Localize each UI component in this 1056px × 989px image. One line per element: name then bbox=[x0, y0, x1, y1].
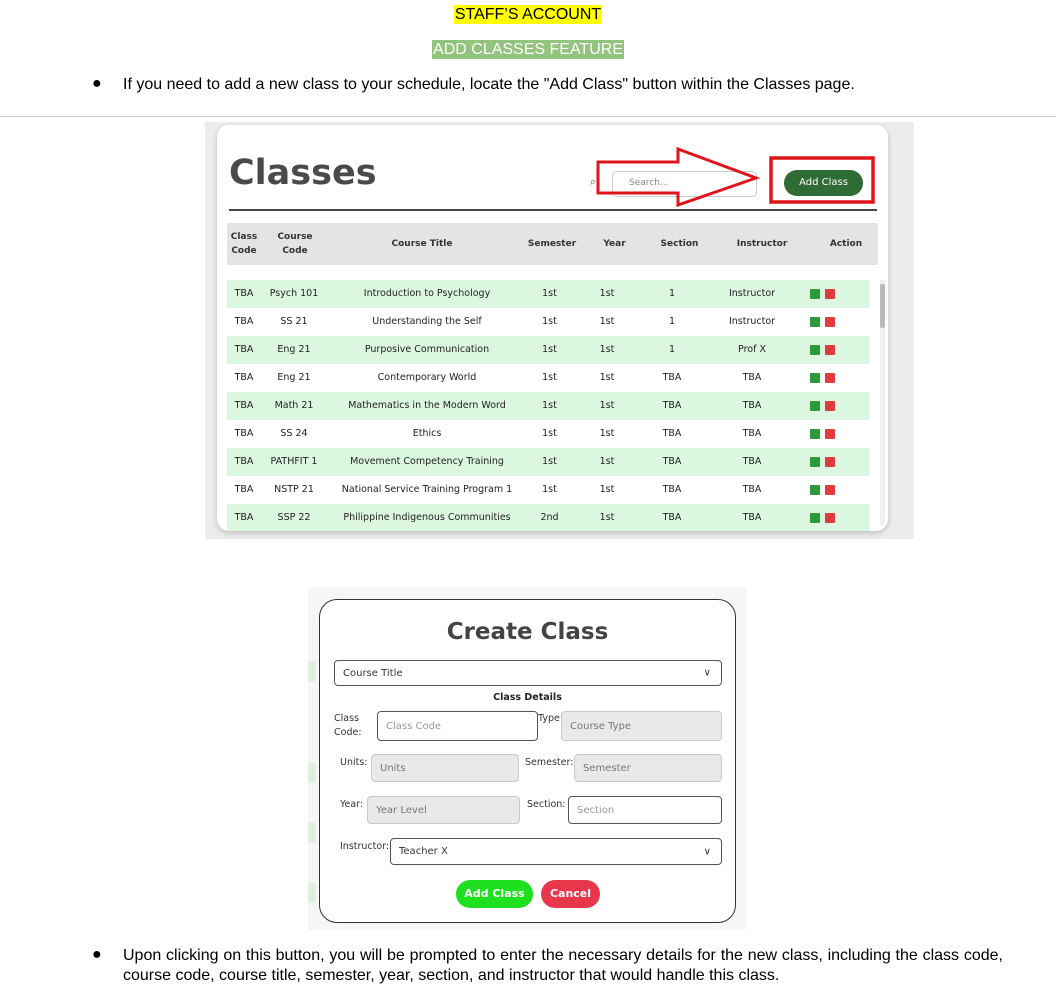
section-input[interactable]: Section bbox=[568, 796, 722, 824]
bullet-icon: ● bbox=[92, 946, 102, 963]
create-class-screenshot: Create Class Course Title ∨ Class Detail… bbox=[308, 587, 746, 930]
add-classes-feature-heading: ADD CLASSES FEATURE bbox=[432, 40, 624, 59]
create-class-modal: Create Class Course Title ∨ Class Detail… bbox=[319, 599, 736, 923]
year-level-value: Year Level bbox=[376, 804, 427, 816]
semester-label: Semester: bbox=[525, 757, 574, 768]
chevron-down-icon: ∨ bbox=[703, 667, 711, 679]
background-title-fragment bbox=[312, 587, 318, 613]
background-row bbox=[308, 823, 316, 843]
background-row bbox=[308, 883, 316, 903]
classes-page-screenshot: Classes ⌕ Search... Add Class Class Code… bbox=[205, 122, 914, 539]
modal-title: Create Class bbox=[446, 619, 609, 645]
year-level-field: Year Level bbox=[367, 796, 520, 824]
divider bbox=[0, 116, 1056, 117]
annotation-overlay bbox=[596, 146, 875, 208]
course-title-select-value: Course Title bbox=[343, 667, 403, 679]
add-class-button[interactable]: Add Class bbox=[456, 880, 533, 908]
instruction-text-1: If you need to add a new class to your s… bbox=[123, 76, 855, 93]
instructor-select-value: Teacher X bbox=[399, 846, 448, 857]
red-arrow-annotation bbox=[596, 146, 761, 208]
units-field: Units bbox=[371, 754, 519, 782]
instruction-text-2: Upon clicking on this button, you will b… bbox=[123, 947, 1003, 984]
year-label: Year: bbox=[340, 799, 364, 810]
instructor-select[interactable]: Teacher X ∨ bbox=[390, 838, 722, 865]
class-code-input[interactable]: Class Code bbox=[377, 711, 538, 741]
course-type-field: Course Type bbox=[561, 711, 722, 741]
type-label: Type: bbox=[538, 713, 564, 724]
cancel-button[interactable]: Cancel bbox=[541, 880, 600, 908]
bullet-icon: ● bbox=[92, 75, 102, 92]
course-type-value: Course Type bbox=[570, 720, 632, 732]
semester-value: Semester bbox=[583, 762, 631, 774]
class-code-label: Class Code: bbox=[334, 713, 362, 738]
course-title-select[interactable]: Course Title ∨ bbox=[334, 660, 722, 686]
units-label: Units: bbox=[340, 757, 368, 768]
red-highlight-box bbox=[769, 156, 875, 204]
instructor-label: Instructor: bbox=[340, 841, 390, 852]
units-value: Units bbox=[380, 762, 406, 774]
staff-account-heading: STAFF’S ACCOUNT bbox=[453, 5, 603, 24]
section-placeholder: Section bbox=[577, 804, 615, 816]
semester-field: Semester bbox=[574, 754, 722, 782]
class-code-placeholder: Class Code bbox=[386, 720, 442, 732]
class-details-heading: Class Details bbox=[493, 692, 562, 703]
section-label: Section: bbox=[527, 799, 566, 810]
chevron-down-icon: ∨ bbox=[703, 846, 711, 857]
background-row bbox=[308, 763, 316, 783]
background-row bbox=[308, 661, 316, 681]
